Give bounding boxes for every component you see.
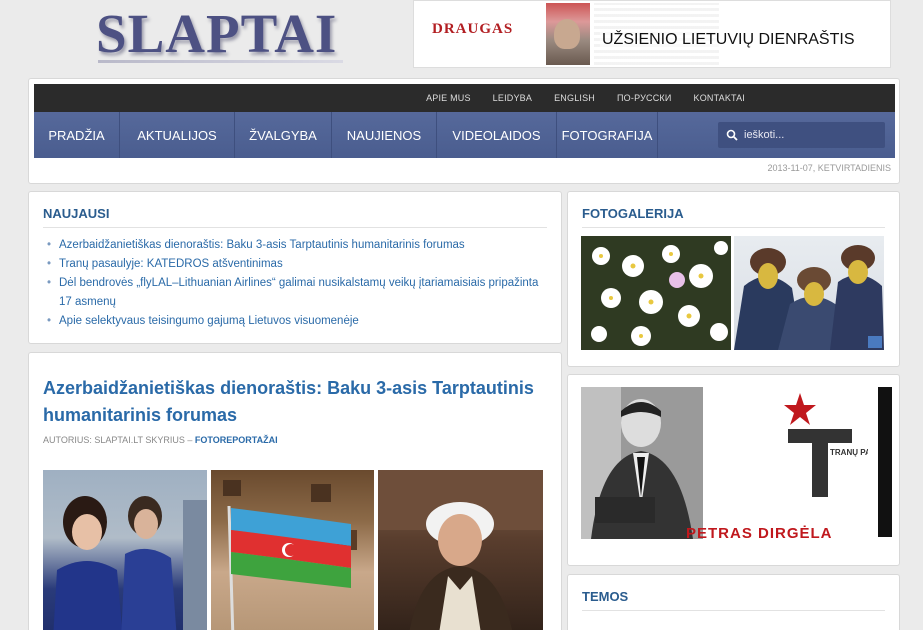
logo-underline [98,60,343,63]
forum-volunteers-photo[interactable] [43,470,207,630]
nav-item-0[interactable]: PRADŽIA [34,112,120,158]
banner-brand: DRAUGAS [432,21,514,37]
site-logo[interactable]: SLAPTAI [96,4,337,64]
tranu-pasaulyje-logo: TRANŲ PASAULYJE [784,393,868,497]
banner-tagline: UŽSIENIO LIETUVIŲ DIENRAŠTIS [600,31,857,49]
azerbaijan-flag-photo[interactable] [211,470,374,630]
latest-news-item[interactable]: Apie selektyvaus teisingumo gajumą Lietu… [43,312,547,331]
divider [43,227,547,228]
nav-item-1[interactable]: AKTUALIJOS [120,112,235,158]
nav-item-2[interactable]: ŽVALGYBA [235,112,332,158]
nav-item-4[interactable]: VIDEOLAIDOS [437,112,557,158]
photo-gallery-title: FOTOGALERIJA [582,206,684,221]
top-link-4[interactable]: KONTAKTAI [694,93,745,103]
latest-news-panel: NAUJAUSI Azerbaidžanietiškas dienoraštis… [28,191,562,344]
top-link-0[interactable]: APIE MUS [426,93,471,103]
top-link-2[interactable]: ENGLISH [554,93,595,103]
latest-news-item[interactable]: Tranų pasaulyje: KATEDROS atšventinimas [43,255,547,274]
top-link-3[interactable]: ПО-РУССКИ [617,93,672,103]
banner-portrait-image [546,3,590,65]
article-photos [43,470,543,630]
top-link-1[interactable]: LEIDYBA [493,93,532,103]
latest-news-item[interactable]: Azerbaidžanietiškas dienoraštis: Baku 3-… [43,236,547,255]
current-date: 2013-11-07, KETVIRTADIENIS [767,163,891,173]
latest-news-item[interactable]: Dėl bendrovės „flyLAL–Lithuanian Airline… [43,274,547,312]
photo-gallery-panel: FOTOGALERIJA [567,191,900,367]
featured-article-panel: Azerbaidžanietiškas dienoraštis: Baku 3-… [28,352,562,630]
byline-category-link[interactable]: FOTOREPORTAŽAI [195,435,278,445]
top-links: APIE MUS LEIDYBA ENGLISH ПО-РУССКИ KONTAKTAI [404,84,745,112]
main-navigation: PRADŽIA AKTUALIJOS ŽVALGYBA NAUJIENOS VIDEOL… [34,112,895,158]
latest-news-title: NAUJAUSI [43,206,110,221]
search-icon [726,129,738,141]
top-links-bar: APIE MUS LEIDYBA ENGLISH ПО-РУССКИ KONTAKTAI [34,84,895,112]
forum-guest-photo[interactable] [378,470,543,630]
search-input[interactable] [744,129,874,141]
gallery-flowers-photo[interactable] [581,236,731,350]
article-byline: AUTORIUS: SLAPTAI.LT SKYRIUS – FOTOREPOR… [43,435,547,445]
topics-panel: TEMOS [567,574,900,630]
byline-author: AUTORIUS: SLAPTAI.LT SKYRIUS – [43,435,193,445]
search-box[interactable] [718,122,885,148]
topics-title: TEMOS [582,589,629,604]
nav-item-5[interactable]: FOTOGRAFIJA [557,112,658,158]
gallery-images [581,236,884,350]
divider [582,610,885,611]
nav-item-3[interactable]: NAUJIENOS [332,112,437,158]
draugas-banner[interactable]: DRAUGAS UŽSIENIO LIETUVIŲ DIENRAŠTIS [413,0,891,68]
promo-author-name: PETRAS DIRGĖLA [686,525,833,542]
promo-black-bar [878,387,892,537]
tranu-logo-text: TRANŲ PASAULYJE [830,448,868,457]
tranu-pasaulyje-promo[interactable]: TRANŲ PASAULYJE PETRAS DIRGĖLA [567,374,900,566]
latest-news-list: Azerbaidžanietiškas dienoraštis: Baku 3-… [43,236,547,331]
article-title[interactable]: Azerbaidžanietiškas dienoraštis: Baku 3-… [43,375,547,429]
author-portrait-photo [581,387,703,539]
gallery-carnival-masks-photo[interactable] [734,236,884,350]
divider [582,227,885,228]
